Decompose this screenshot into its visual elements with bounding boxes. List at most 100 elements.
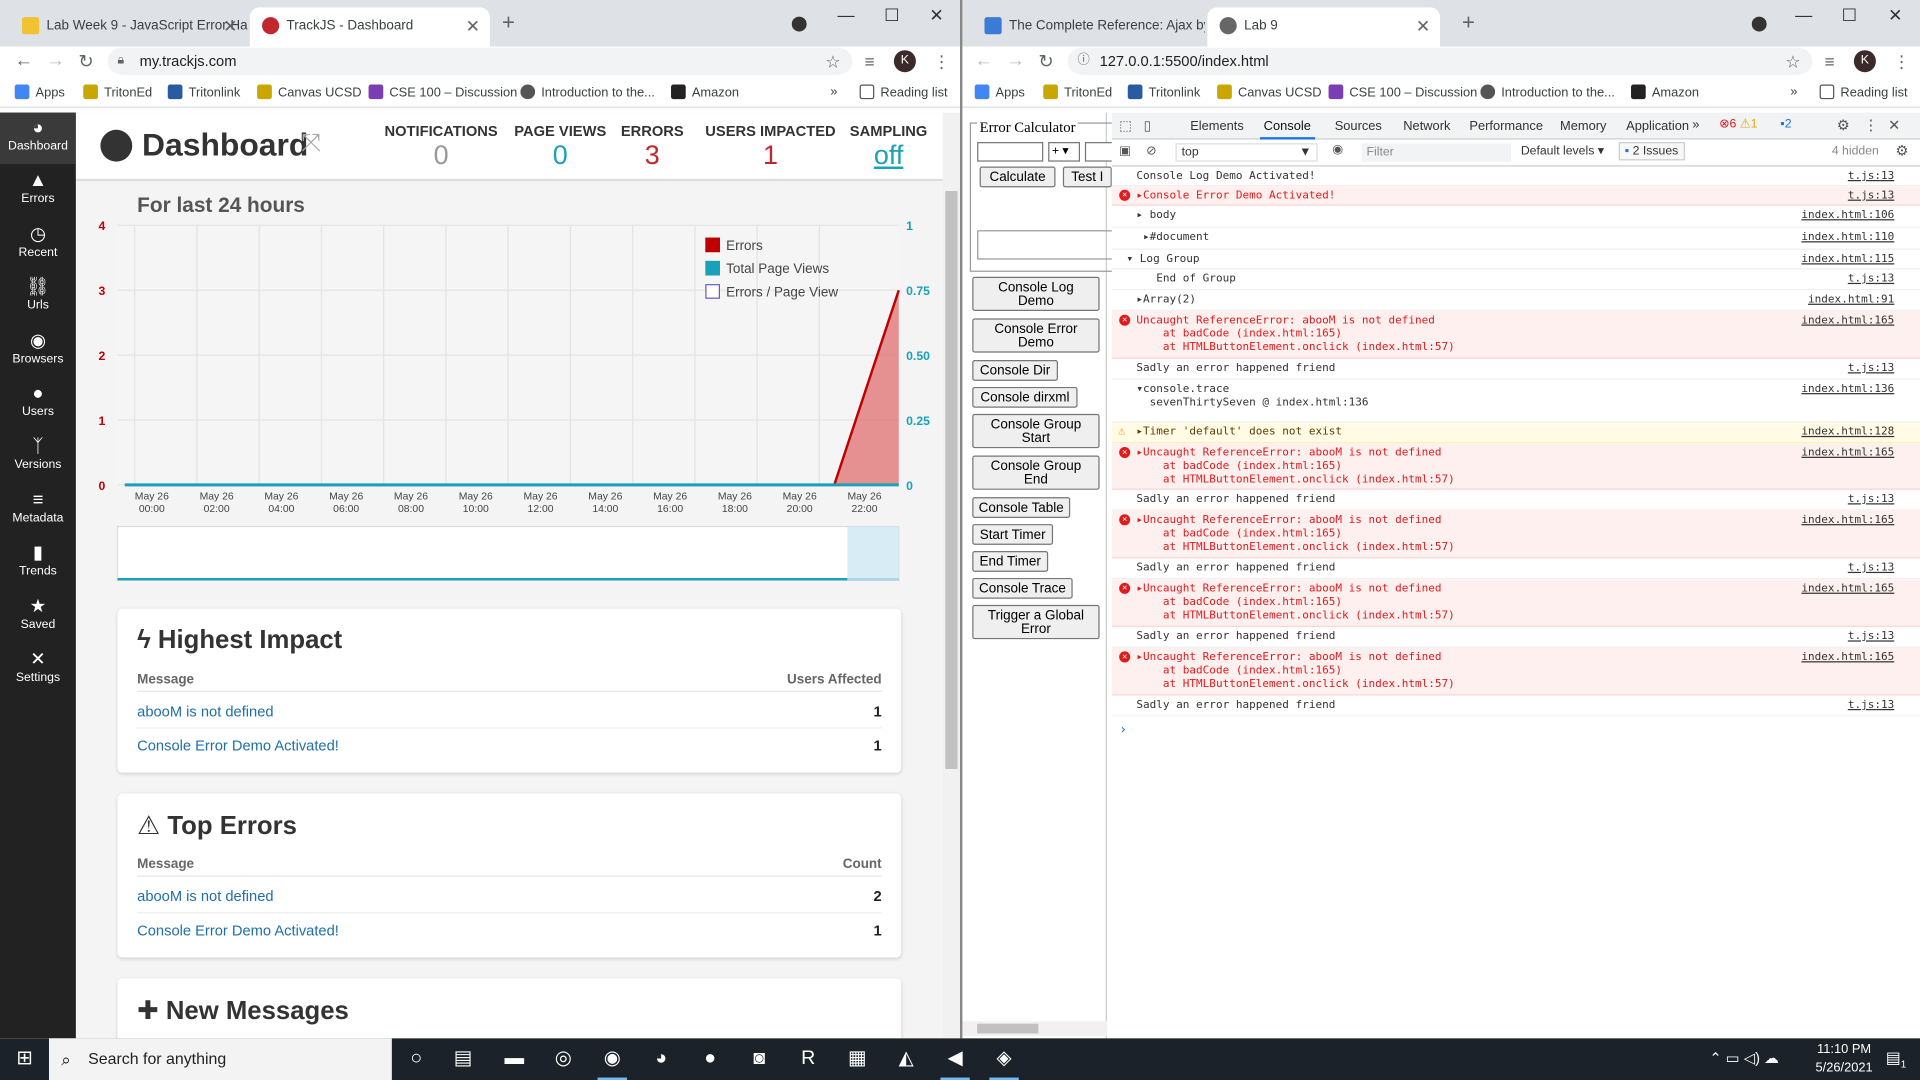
back-icon[interactable]: ← <box>15 50 33 71</box>
scrollbar-thumb[interactable] <box>945 191 958 769</box>
menu-kebab-icon[interactable]: ⋮ <box>1893 51 1910 72</box>
source-link[interactable]: t.js:13 <box>1848 362 1894 375</box>
console-message-log[interactable]: Sadly an error happened friend t.js:13 <box>1111 359 1920 380</box>
navigator-selection-handle[interactable] <box>847 526 899 581</box>
maximize-icon[interactable]: ☐ <box>884 5 899 26</box>
console-message-log[interactable]: Sadly an error happened friend t.js:13 <box>1111 696 1920 717</box>
discord-icon[interactable]: ◕ <box>637 1038 686 1080</box>
source-link[interactable]: index.html:165 <box>1801 315 1894 328</box>
sidebar-item-metadata[interactable]: ≡ Metadata <box>0 485 76 536</box>
console-message-log[interactable]: ▸ body index.html:106 <box>1111 206 1920 228</box>
reading-list-toolbar-icon[interactable]: ≡ <box>1824 51 1834 71</box>
tab-ajax-reference[interactable]: The Complete Reference: Ajax by <box>972 7 1205 46</box>
close-tab-icon[interactable]: ✕ <box>1416 7 1430 44</box>
console-message-log[interactable]: Sadly an error happened friend t.js:13 <box>1111 558 1920 580</box>
close-devtools-icon[interactable]: ✕ <box>1888 116 1900 133</box>
test-button[interactable]: Test I <box>1062 166 1112 188</box>
console-dirxml-button[interactable]: Console dirxml <box>972 386 1078 408</box>
log-levels-dropdown[interactable]: Default levels ▾ <box>1521 144 1604 157</box>
source-link[interactable]: t.js:13 <box>1848 699 1894 712</box>
tab-search-icon[interactable]: ⬤ <box>791 15 807 32</box>
sidebar-item-trends[interactable]: ▮ Trends <box>0 538 76 589</box>
address-bar[interactable]: 🔒︎ my.trackjs.com <box>107 47 853 75</box>
reading-list-button[interactable]: Reading list <box>859 84 948 100</box>
bookmark-tritoned[interactable]: TritonEd <box>83 84 152 100</box>
live-expression-eye-icon[interactable]: ◉ <box>1332 143 1343 156</box>
zoom-icon[interactable]: ◙ <box>735 1038 784 1080</box>
bookmark-tritoned[interactable]: TritonEd <box>1043 84 1112 100</box>
minimize-icon[interactable]: — <box>838 5 855 25</box>
legend-label[interactable]: Errors <box>726 238 763 253</box>
source-link[interactable]: index.html:165 <box>1801 583 1894 596</box>
bookmark-star-icon[interactable]: ☆ <box>1785 51 1800 72</box>
console-prompt[interactable]: › <box>1119 721 1127 737</box>
network-icon[interactable]: ▭ <box>1726 1049 1740 1066</box>
reload-icon[interactable]: ↻ <box>1038 50 1053 72</box>
console-message-err[interactable]: ✕ ▸Uncaught ReferenceError: abooM is not … <box>1111 647 1920 696</box>
source-link[interactable]: index.html:115 <box>1801 253 1894 266</box>
bookmarks-more[interactable]: » <box>1790 84 1797 99</box>
source-link[interactable]: index.html:165 <box>1801 651 1894 664</box>
bookmark-tritonlink[interactable]: Tritonlink <box>1127 84 1200 100</box>
bookmark-tritonlink[interactable]: Tritonlink <box>167 84 240 100</box>
console-message-log[interactable]: End of Group t.js:13 <box>1111 269 1920 291</box>
source-link[interactable]: index.html:106 <box>1801 209 1894 222</box>
forward-icon[interactable]: → <box>47 50 65 71</box>
calculator-icon[interactable]: ▦ <box>833 1038 882 1080</box>
close-window-icon[interactable]: ✕ <box>1888 5 1902 26</box>
r-icon[interactable]: R <box>784 1038 833 1080</box>
devtools-tab-memory[interactable]: Memory <box>1560 119 1606 134</box>
devtools-tab-elements[interactable]: Elements <box>1190 119 1244 134</box>
device-toolbar-icon[interactable]: ▯ <box>1144 118 1151 134</box>
address-bar[interactable]: ⓘ 127.0.0.1:5500/index.html <box>1067 47 1813 75</box>
system-tray-icons[interactable]: ⌃ ▭ ◁) ☁ <box>1709 1049 1778 1066</box>
new-tab-plus-icon[interactable]: + <box>1462 10 1475 36</box>
clock-date[interactable]: 5/26/2021 <box>1812 1060 1876 1075</box>
close-window-icon[interactable]: ✕ <box>929 5 943 26</box>
profile-avatar[interactable]: K <box>1853 50 1876 73</box>
context-selector[interactable]: top ▼ <box>1175 143 1318 162</box>
console-message-err[interactable]: ✕ ▸Console Error Demo Activated! t.js:13 <box>1111 186 1920 206</box>
sidebar-item-saved[interactable]: ★ Saved <box>0 591 76 642</box>
more-tabs-icon[interactable]: » <box>1692 118 1699 133</box>
forward-icon[interactable]: → <box>1007 50 1025 71</box>
spotify-icon[interactable]: ● <box>686 1038 735 1080</box>
bookmark-canvas[interactable]: Canvas UCSD <box>257 84 362 100</box>
console-dir-button[interactable]: Console Dir <box>972 360 1058 381</box>
tab-search-icon[interactable]: ⬤ <box>1751 15 1767 32</box>
bookmark-cse100[interactable]: CSE 100 – Discussion <box>368 84 517 100</box>
source-link[interactable]: t.js:13 <box>1848 190 1894 203</box>
bookmark-cse100[interactable]: CSE 100 – Discussion <box>1328 84 1477 100</box>
bookmark-amazon[interactable]: Amazon <box>671 84 739 100</box>
back-icon[interactable]: ← <box>975 50 993 71</box>
devtools-tab-network[interactable]: Network <box>1403 119 1450 134</box>
source-link[interactable]: index.html:110 <box>1801 231 1894 244</box>
steam-icon[interactable]: ◎ <box>539 1038 588 1080</box>
tab-trackjs-dashboard[interactable]: TrackJS - Dashboard ✕ <box>249 7 490 47</box>
minimize-icon[interactable]: — <box>1795 5 1812 25</box>
bookmark-canvas[interactable]: Canvas UCSD <box>1217 84 1322 100</box>
source-link[interactable]: index.html:165 <box>1801 514 1894 527</box>
trigger-a-global-error-button[interactable]: Trigger a Global Error <box>972 604 1100 640</box>
bookmark-apps[interactable]: Apps <box>974 84 1025 100</box>
multitask-icon[interactable]: ▤ <box>438 1038 487 1080</box>
console-message-log[interactable]: Sadly an error happened friend t.js:13 <box>1111 627 1920 648</box>
task-view-icon[interactable]: ○ <box>392 1038 441 1080</box>
sidebar-item-urls[interactable]: ⛓ Urls <box>0 272 76 323</box>
console-group-end-button[interactable]: Console Group End <box>972 455 1100 490</box>
devtools-menu-icon[interactable]: ⋮ <box>1864 116 1879 133</box>
start-timer-button[interactable]: Start Timer <box>972 524 1054 545</box>
operator-select[interactable]: + ▾ <box>1048 142 1081 162</box>
source-link[interactable]: t.js:13 <box>1848 493 1894 506</box>
sidebar-item-dashboard[interactable]: ◕ Dashboard <box>0 112 76 165</box>
source-link[interactable]: index.html:136 <box>1801 383 1894 396</box>
azure-studio-icon[interactable]: ◈ <box>980 1038 1029 1080</box>
console-message-log[interactable]: ▾ Log Group index.html:115 <box>1111 250 1920 270</box>
windows-start-icon[interactable]: ⊞ <box>0 1038 49 1080</box>
source-link[interactable]: index.html:91 <box>1808 294 1894 307</box>
issues-counter[interactable]: ▪2 <box>1780 118 1791 131</box>
bookmark-amazon[interactable]: Amazon <box>1631 84 1699 100</box>
file-explorer-icon[interactable]: ▬ <box>490 1038 539 1080</box>
console-message-err[interactable]: ✕ ▸Uncaught ReferenceError: abooM is not … <box>1111 579 1920 627</box>
bookmark-intro[interactable]: Introduction to the... <box>1480 84 1615 100</box>
